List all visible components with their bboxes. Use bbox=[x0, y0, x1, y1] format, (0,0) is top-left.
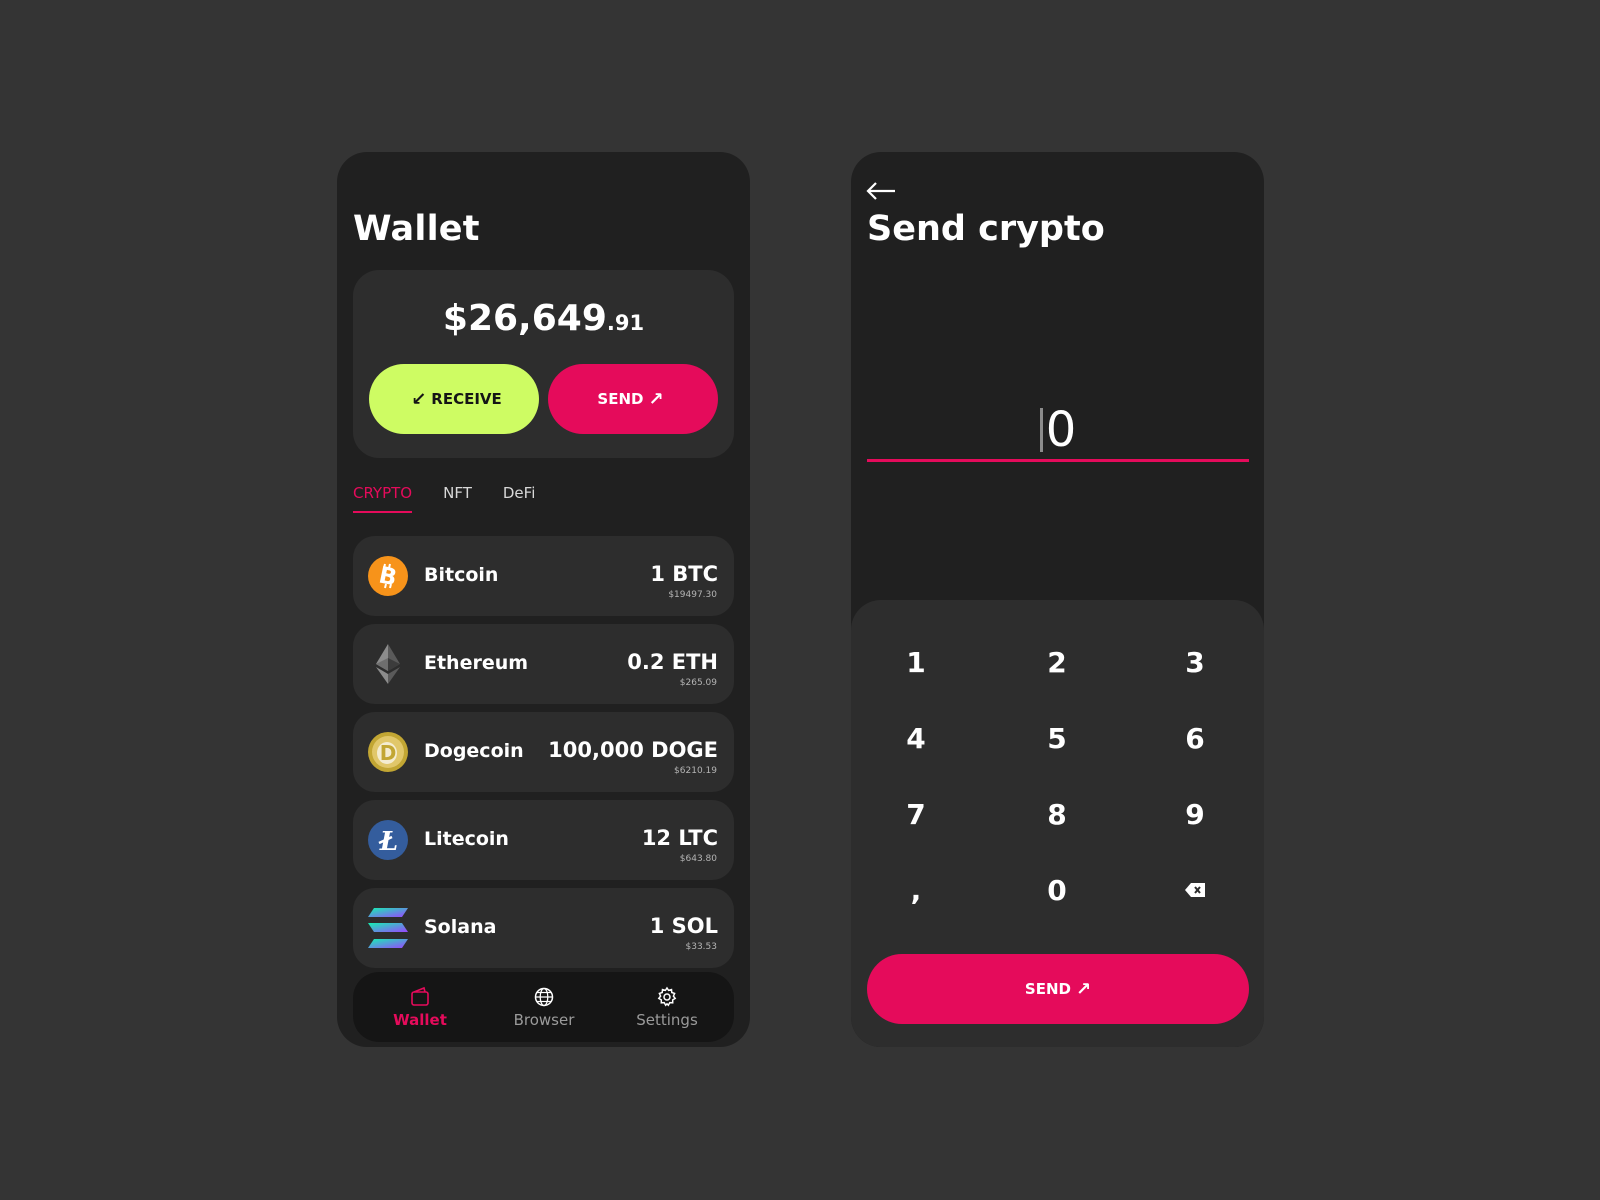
nav-settings[interactable]: Settings bbox=[617, 986, 717, 1029]
nav-label: Wallet bbox=[393, 1011, 447, 1029]
amount-input[interactable]: 0 bbox=[867, 402, 1249, 462]
coin-usd-value: $6210.19 bbox=[674, 766, 717, 776]
receive-label: RECEIVE bbox=[431, 390, 502, 408]
total-balance: $26,649.91 bbox=[353, 298, 734, 339]
text-caret bbox=[1039, 408, 1043, 452]
balance-cents: .91 bbox=[606, 311, 645, 335]
send-button[interactable]: SEND ↗ bbox=[867, 954, 1249, 1024]
coin-row-solana[interactable]: Solana 1 SOL $33.53 bbox=[353, 888, 734, 968]
coin-name: Dogecoin bbox=[424, 740, 524, 762]
coin-usd-value: $265.09 bbox=[679, 678, 717, 688]
bitcoin-icon: B bbox=[368, 556, 408, 596]
wallet-screen: Wallet $26,649.91 ↙ RECEIVE SEND ↗ CRYPT… bbox=[337, 152, 750, 1047]
backspace-icon bbox=[1185, 883, 1205, 897]
key-1[interactable]: 1 bbox=[871, 634, 961, 690]
key-8[interactable]: 8 bbox=[1012, 786, 1102, 842]
coin-amount: 1 SOL bbox=[649, 914, 718, 938]
key-backspace[interactable] bbox=[1150, 862, 1240, 918]
tab-defi[interactable]: DeFi bbox=[503, 484, 535, 513]
coin-amount: 100,000 DOGE bbox=[548, 738, 718, 762]
wallet-icon bbox=[411, 986, 429, 1006]
arrow-up-right-icon: ↗ bbox=[648, 388, 664, 410]
key-6[interactable]: 6 bbox=[1150, 710, 1240, 766]
svg-text:D: D bbox=[380, 741, 397, 765]
page-title: Send crypto bbox=[867, 209, 1105, 249]
amount-value: 0 bbox=[1045, 402, 1077, 458]
send-crypto-screen: Send crypto 0 1 2 3 4 5 6 7 8 9 , 0 SEND… bbox=[851, 152, 1264, 1047]
coin-usd-value: $19497.30 bbox=[668, 590, 717, 600]
coin-name: Ethereum bbox=[424, 652, 529, 674]
ethereum-icon bbox=[376, 644, 400, 684]
key-0[interactable]: 0 bbox=[1012, 862, 1102, 918]
send-button[interactable]: SEND ↗ bbox=[548, 364, 718, 434]
coin-row-litecoin[interactable]: L Litecoin 12 LTC $643.80 bbox=[353, 800, 734, 880]
coin-amount: 12 LTC bbox=[641, 826, 718, 850]
dogecoin-icon: D bbox=[368, 732, 408, 772]
key-3[interactable]: 3 bbox=[1150, 634, 1240, 690]
bottom-nav: Wallet Browser Settings bbox=[353, 972, 734, 1042]
nav-label: Settings bbox=[636, 1011, 698, 1029]
coin-amount: 1 BTC bbox=[650, 562, 718, 586]
coin-usd-value: $33.53 bbox=[685, 942, 718, 952]
asset-tabs: CRYPTO NFT DeFi bbox=[353, 484, 566, 513]
gear-icon bbox=[657, 986, 677, 1007]
key-decimal[interactable]: , bbox=[871, 862, 961, 918]
coin-row-dogecoin[interactable]: D Dogecoin 100,000 DOGE $6210.19 bbox=[353, 712, 734, 792]
send-label: SEND bbox=[597, 390, 644, 408]
nav-browser[interactable]: Browser bbox=[494, 986, 594, 1029]
page-title: Wallet bbox=[353, 209, 480, 249]
solana-icon bbox=[368, 908, 408, 948]
key-2[interactable]: 2 bbox=[1012, 634, 1102, 690]
nav-label: Browser bbox=[513, 1011, 575, 1029]
coin-name: Litecoin bbox=[424, 828, 509, 850]
tab-crypto[interactable]: CRYPTO bbox=[353, 484, 413, 513]
arrow-up-right-icon: ↗ bbox=[1075, 978, 1092, 1000]
coin-row-ethereum[interactable]: Ethereum 0.2 ETH $265.09 bbox=[353, 624, 734, 704]
receive-button[interactable]: ↙ RECEIVE bbox=[369, 364, 539, 434]
coin-amount: 0.2 ETH bbox=[627, 650, 718, 674]
tab-nft[interactable]: NFT bbox=[443, 484, 472, 513]
send-label: SEND bbox=[1024, 980, 1071, 998]
coin-name: Solana bbox=[424, 916, 497, 938]
key-9[interactable]: 9 bbox=[1150, 786, 1240, 842]
back-arrow-icon[interactable] bbox=[865, 179, 897, 203]
key-7[interactable]: 7 bbox=[871, 786, 961, 842]
coin-usd-value: $643.80 bbox=[679, 854, 717, 864]
globe-icon bbox=[534, 987, 554, 1007]
coin-row-bitcoin[interactable]: B Bitcoin 1 BTC $19497.30 bbox=[353, 536, 734, 616]
nav-wallet[interactable]: Wallet bbox=[370, 986, 470, 1029]
arrow-down-left-icon: ↙ bbox=[411, 388, 427, 410]
key-5[interactable]: 5 bbox=[1012, 710, 1102, 766]
balance-card: $26,649.91 ↙ RECEIVE SEND ↗ bbox=[353, 270, 734, 458]
balance-main: $26,649 bbox=[442, 298, 607, 339]
litecoin-icon: L bbox=[368, 820, 408, 860]
coin-name: Bitcoin bbox=[424, 564, 499, 586]
key-4[interactable]: 4 bbox=[871, 710, 961, 766]
